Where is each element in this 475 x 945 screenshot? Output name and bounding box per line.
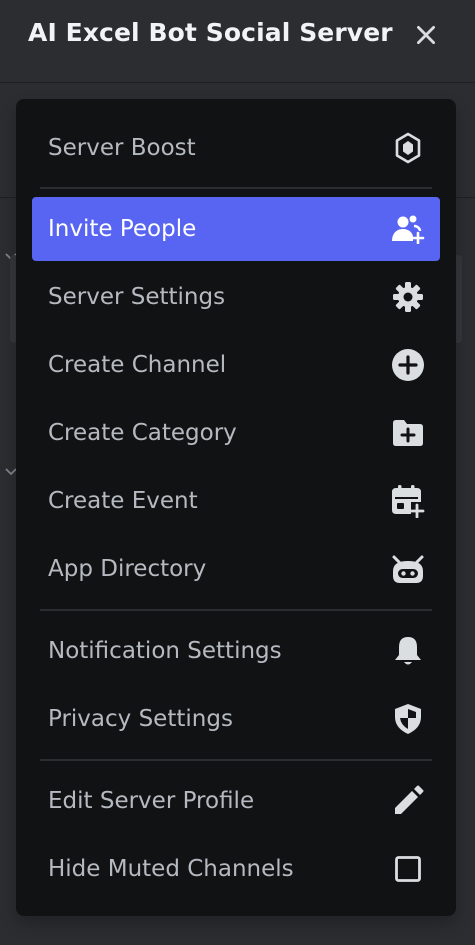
menu-item-label: Server Boost — [48, 135, 196, 161]
menu-item-server-boost[interactable]: Server Boost — [32, 116, 440, 180]
menu-item-label: Create Category — [48, 420, 237, 446]
folder-plus-icon — [390, 415, 426, 451]
menu-item-create-category[interactable]: Create Category — [32, 401, 440, 465]
menu-item-create-event[interactable]: Create Event — [32, 469, 440, 533]
menu-item-label: Edit Server Profile — [48, 788, 255, 814]
person-add-icon — [390, 211, 426, 247]
menu-separator — [40, 759, 432, 761]
menu-item-label: Server Settings — [48, 284, 226, 310]
menu-item-label: Create Event — [48, 488, 198, 514]
bell-icon — [390, 633, 426, 669]
menu-item-hide-muted-channels[interactable]: Hide Muted Channels — [32, 837, 440, 901]
shield-icon — [390, 701, 426, 737]
menu-item-label: Create Channel — [48, 352, 227, 378]
gear-icon — [390, 279, 426, 315]
menu-item-label: Privacy Settings — [48, 706, 233, 732]
menu-item-label: Invite People — [48, 216, 197, 242]
menu-item-label: Hide Muted Channels — [48, 856, 294, 882]
checkbox-icon[interactable] — [390, 851, 426, 887]
menu-item-edit-server-profile[interactable]: Edit Server Profile — [32, 769, 440, 833]
menu-item-invite-people[interactable]: Invite People — [32, 197, 440, 261]
boost-gem-icon — [390, 130, 426, 166]
close-icon[interactable] — [407, 16, 445, 54]
robot-icon — [390, 551, 426, 587]
plus-circle-icon — [390, 347, 426, 383]
server-header[interactable]: AI Excel Bot Social Server — [0, 0, 475, 83]
menu-item-app-directory[interactable]: App Directory — [32, 537, 440, 601]
menu-item-label: App Directory — [48, 556, 207, 582]
menu-separator — [40, 609, 432, 611]
server-dropdown-menu: Server Boost Invite People Server Settin… — [16, 99, 456, 916]
menu-item-server-settings[interactable]: Server Settings — [32, 265, 440, 329]
menu-item-notification-settings[interactable]: Notification Settings — [32, 619, 440, 683]
menu-item-privacy-settings[interactable]: Privacy Settings — [32, 687, 440, 751]
menu-item-create-channel[interactable]: Create Channel — [32, 333, 440, 397]
calendar-plus-icon — [390, 483, 426, 519]
menu-separator — [40, 187, 432, 189]
pencil-icon — [390, 783, 426, 819]
menu-item-label: Notification Settings — [48, 638, 282, 664]
server-name[interactable]: AI Excel Bot Social Server — [28, 18, 393, 47]
